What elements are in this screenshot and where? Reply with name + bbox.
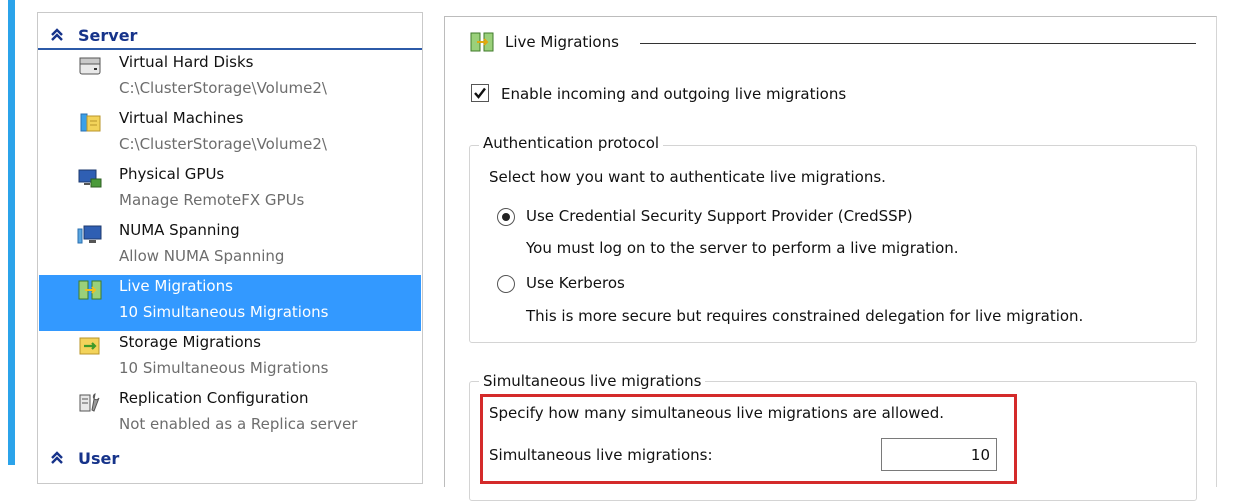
simultaneous-instruction: Specify how many simultaneous live migra… (489, 404, 945, 422)
nav-item-title: Storage Migrations (119, 333, 261, 351)
section-header-user[interactable]: User (38, 445, 422, 471)
live-migrations-settings-pane: Live Migrations Enable incoming and outg… (444, 16, 1217, 501)
nav-item-storage-migrations[interactable]: Storage Migrations 10 Simultaneous Migra… (39, 331, 421, 387)
authentication-protocol-legend: Authentication protocol (479, 134, 664, 152)
live-migration-icon (470, 32, 494, 52)
live-migration-icon (78, 280, 102, 300)
nav-item-numa-spanning[interactable]: NUMA Spanning Allow NUMA Spanning (39, 219, 421, 275)
nav-item-title: NUMA Spanning (119, 221, 240, 239)
nav-item-subtitle: Manage RemoteFX GPUs (119, 191, 305, 209)
nav-item-subtitle: C:\ClusterStorage\Volume2\ (119, 135, 327, 153)
nav-item-subtitle: 10 Simultaneous Migrations (119, 359, 329, 377)
radio-selected-dot (502, 213, 510, 221)
monitor-gpu-icon (78, 169, 102, 188)
enable-live-migrations-label[interactable]: Enable incoming and outgoing live migrat… (501, 85, 846, 103)
numa-monitor-icon (77, 225, 102, 244)
page-title: Live Migrations (505, 33, 619, 51)
replication-config-icon (79, 393, 100, 412)
kerberos-option-label[interactable]: Use Kerberos (526, 274, 625, 292)
enable-live-migrations-checkbox[interactable] (471, 84, 489, 102)
credssp-option-description: You must log on to the server to perform… (526, 239, 959, 257)
section-header-label: Server (78, 25, 138, 45)
nav-item-subtitle: C:\ClusterStorage\Volume2\ (119, 79, 327, 97)
title-divider (640, 43, 1196, 44)
nav-item-title: Replication Configuration (119, 389, 309, 407)
folder-files-icon (80, 113, 101, 132)
collapse-chevron-icon (51, 451, 63, 464)
hard-disk-icon (79, 57, 101, 75)
storage-migration-icon (79, 337, 100, 355)
kerberos-option-description: This is more secure but requires constra… (526, 307, 1084, 325)
collapse-chevron-icon (51, 28, 63, 41)
nav-item-replication-configuration[interactable]: Replication Configuration Not enabled as… (39, 387, 421, 443)
nav-item-title: Virtual Machines (119, 109, 244, 127)
kerberos-radio[interactable] (497, 275, 515, 293)
nav-item-live-migrations[interactable]: Live Migrations 10 Simultaneous Migratio… (39, 275, 421, 331)
nav-item-physical-gpus[interactable]: Physical GPUs Manage RemoteFX GPUs (39, 163, 421, 219)
nav-item-title: Physical GPUs (119, 165, 225, 183)
authentication-instruction: Select how you want to authenticate live… (489, 168, 886, 186)
accent-strip (8, 0, 15, 465)
nav-item-subtitle: Allow NUMA Spanning (119, 247, 285, 265)
credssp-radio[interactable] (497, 208, 515, 226)
simultaneous-field-label: Simultaneous live migrations: (489, 446, 713, 464)
section-header-server[interactable]: Server (38, 22, 422, 50)
nav-item-virtual-machines[interactable]: Virtual Machines C:\ClusterStorage\Volum… (39, 107, 421, 163)
simultaneous-migrations-input[interactable]: 10 (881, 438, 997, 471)
credssp-option-label[interactable]: Use Credential Security Support Provider… (526, 207, 913, 225)
simultaneous-migrations-legend: Simultaneous live migrations (479, 372, 706, 390)
nav-item-subtitle: 10 Simultaneous Migrations (119, 303, 329, 321)
nav-item-subtitle: Not enabled as a Replica server (119, 415, 358, 433)
settings-navigation-pane: Server Virtual Hard Disks C:\ClusterStor… (37, 12, 423, 484)
nav-item-virtual-hard-disks[interactable]: Virtual Hard Disks C:\ClusterStorage\Vol… (39, 51, 421, 107)
checkmark-icon (474, 87, 486, 99)
nav-item-title: Virtual Hard Disks (119, 53, 254, 71)
nav-item-title: Live Migrations (119, 277, 233, 295)
